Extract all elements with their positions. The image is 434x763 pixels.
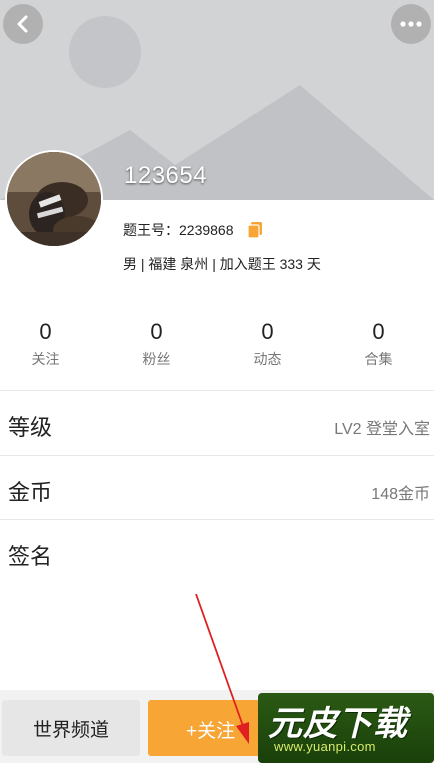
divider [0,455,434,456]
stats-bar: 0 关注 0 粉丝 0 动态 0 合集 [0,318,434,378]
stat-following[interactable]: 0 关注 [0,318,101,378]
stat-value: 0 [372,319,385,344]
signature-row[interactable]: 签名 [0,521,434,585]
more-button[interactable] [391,4,431,44]
more-dots-icon [400,21,422,27]
stat-label: 动态 [253,351,282,367]
stat-value: 0 [150,319,163,344]
stat-value: 0 [39,319,52,344]
avatar[interactable] [5,150,103,248]
stat-collections[interactable]: 0 合集 [323,318,434,378]
coins-row[interactable]: 金币 148金币 [0,457,434,521]
divider [0,519,434,520]
signature-label: 签名 [8,544,53,569]
coins-label: 金币 [8,480,53,505]
copy-icon[interactable] [246,221,264,239]
world-channel-button[interactable]: 世界频道 [2,700,140,756]
watermark-title: 元皮下载 [268,705,408,743]
watermark-url: www.yuanpi.com [274,739,376,754]
stat-label: 粉丝 [142,351,171,367]
user-id-line: 题王号：2239868 [123,220,264,240]
user-id: 题王号：2239868 [123,222,234,238]
divider [0,390,434,391]
avatar-image [7,152,101,246]
stat-label: 关注 [31,351,60,367]
level-row[interactable]: 等级 LV2 登堂入室 [0,392,434,456]
stat-posts[interactable]: 0 动态 [212,318,323,378]
level-label: 等级 [8,415,53,440]
chevron-left-icon [17,15,28,33]
stat-value: 0 [261,319,274,344]
level-value: LV2 登堂入室 [334,421,430,438]
follow-button-label: +关注 [186,721,236,742]
back-button[interactable] [3,4,43,44]
stat-followers[interactable]: 0 粉丝 [101,318,212,378]
username: 123654 [124,162,208,189]
stat-label: 合集 [364,351,393,367]
user-info: 男 | 福建 泉州 | 加入题王 333 天 [123,256,321,272]
coins-value: 148金币 [371,486,430,503]
